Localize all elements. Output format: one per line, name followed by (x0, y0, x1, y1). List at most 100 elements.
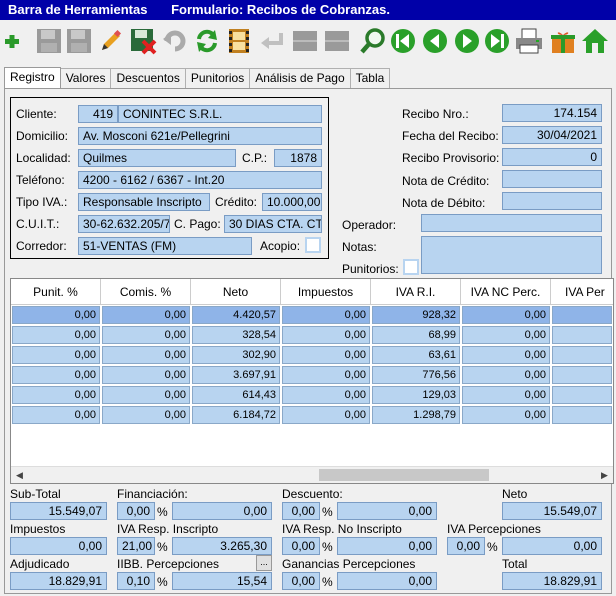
grid-cell[interactable]: 928,32 (372, 306, 460, 324)
grid-cell[interactable]: 776,56 (372, 366, 460, 384)
col-header-neto[interactable]: Neto (191, 279, 281, 305)
first-record-button[interactable] (388, 25, 418, 57)
grid-cell[interactable]: 0,00 (282, 306, 370, 324)
col-header-punit[interactable]: Punit. % (11, 279, 101, 305)
grid-cell[interactable]: 0,00 (12, 326, 100, 344)
grid-cell[interactable]: 68,99 (372, 326, 460, 344)
iva-rni-pct-field[interactable]: 0,00 (282, 537, 320, 555)
cliente-code-field[interactable]: 419 (78, 105, 118, 123)
iva-perc-pct-field[interactable]: 0,00 (447, 537, 485, 555)
tab-tabla[interactable]: Tabla (349, 68, 391, 88)
grid-cell[interactable]: 0,00 (462, 326, 550, 344)
col-header-iva-ri[interactable]: IVA R.I. (371, 279, 461, 305)
undo-button[interactable] (160, 25, 190, 57)
grid-cell[interactable]: 0,00 (282, 326, 370, 344)
col-header-iva-nc-perc[interactable]: IVA NC Perc. (461, 279, 551, 305)
corredor-field[interactable]: 51-VENTAS (FM) (78, 237, 252, 255)
col-header-impuestos[interactable]: Impuestos (281, 279, 371, 305)
nota-debito-field[interactable] (502, 192, 602, 210)
edit-button[interactable] (96, 25, 126, 57)
impuestos-field[interactable]: 0,00 (10, 537, 107, 555)
grid-cell[interactable] (552, 366, 612, 384)
telefono-field[interactable]: 4200 - 6162 / 6367 - Int.20 (78, 171, 322, 189)
print-button[interactable] (514, 25, 544, 57)
grid-cell[interactable]: 0,00 (12, 366, 100, 384)
tipo-iva-field[interactable]: Responsable Inscripto (78, 193, 210, 211)
ganancias-pct-field[interactable]: 0,00 (282, 572, 320, 590)
film-button[interactable] (224, 25, 254, 57)
cp-field[interactable]: 1878 (274, 149, 322, 167)
grid-cell[interactable]: 0,00 (282, 366, 370, 384)
grid-cell[interactable]: 1.298,79 (372, 406, 460, 424)
gift-button[interactable] (548, 25, 578, 57)
financiacion-field[interactable]: 0,00 (172, 502, 272, 520)
grid-cell[interactable]: 4.420,57 (192, 306, 280, 324)
grid-cell[interactable]: 0,00 (12, 346, 100, 364)
scroll-right-arrow-icon[interactable]: ▶ (596, 467, 613, 483)
scroll-thumb[interactable] (319, 469, 489, 481)
grid-cell[interactable]: 6.184,72 (192, 406, 280, 424)
return-button[interactable] (258, 25, 288, 57)
grid-cell[interactable]: 0,00 (462, 346, 550, 364)
horizontal-scrollbar[interactable]: ◀ ▶ (11, 466, 613, 483)
grid-cell[interactable]: 63,61 (372, 346, 460, 364)
grid-cell[interactable]: 328,54 (192, 326, 280, 344)
grid-cell[interactable]: 129,03 (372, 386, 460, 404)
grid-cell[interactable]: 0,00 (12, 386, 100, 404)
prev-record-button[interactable] (420, 25, 450, 57)
fecha-recibo-field[interactable]: 30/04/2021 (502, 126, 602, 144)
col-header-iva-per[interactable]: IVA Per (551, 279, 613, 305)
tab-registro[interactable]: Registro (4, 67, 61, 88)
grid-cell[interactable] (552, 386, 612, 404)
next-record-button[interactable] (452, 25, 482, 57)
nota-credito-field[interactable] (502, 170, 602, 188)
notas-field[interactable] (421, 236, 602, 274)
adjudicado-field[interactable]: 18.829,91 (10, 572, 107, 590)
punitorios-checkbox[interactable] (403, 259, 419, 275)
grid-cell[interactable] (552, 346, 612, 364)
acopio-checkbox[interactable] (305, 237, 321, 253)
grid-cell[interactable]: 0,00 (102, 346, 190, 364)
grid-cell[interactable]: 3.697,91 (192, 366, 280, 384)
tab-valores[interactable]: Valores (59, 68, 112, 88)
grid-cell[interactable]: 0,00 (102, 366, 190, 384)
iibb-pct-field[interactable]: 0,10 (117, 572, 155, 590)
cuit-field[interactable]: 30-62.632.205/7 (78, 215, 170, 233)
recibo-provisorio-field[interactable]: 0 (502, 148, 602, 166)
descuento-field[interactable]: 0,00 (337, 502, 437, 520)
save-button[interactable] (34, 25, 64, 57)
c-pago-field[interactable]: 30 DIAS CTA. CTE (224, 215, 322, 233)
grid-cell[interactable]: 0,00 (102, 406, 190, 424)
grid-cell[interactable] (552, 326, 612, 344)
search-button[interactable] (358, 25, 388, 57)
tab-punitorios[interactable]: Punitorios (184, 68, 251, 88)
iibb-detail-button[interactable]: ... (256, 555, 272, 571)
refresh-button[interactable] (192, 25, 222, 57)
recibo-nro-field[interactable]: 174.154 (502, 104, 602, 122)
iva-perc-field[interactable]: 0,00 (502, 537, 602, 555)
grid-cell[interactable] (552, 306, 612, 324)
delete-button[interactable] (128, 25, 158, 57)
descuento-pct-field[interactable]: 0,00 (282, 502, 320, 520)
financiacion-pct-field[interactable]: 0,00 (117, 502, 155, 520)
tab-analisis-de-pago[interactable]: Análisis de Pago (249, 68, 351, 88)
grid-cell[interactable]: 0,00 (282, 346, 370, 364)
localidad-field[interactable]: Quilmes (78, 149, 236, 167)
grid-cell[interactable]: 0,00 (462, 386, 550, 404)
iva-rni-field[interactable]: 0,00 (337, 537, 437, 555)
grid-cell[interactable]: 0,00 (462, 366, 550, 384)
grid-cell[interactable]: 0,00 (462, 406, 550, 424)
blank-button-1[interactable] (290, 25, 320, 57)
domicilio-field[interactable]: Av. Mosconi 621e/Pellegrini (78, 127, 322, 145)
grid-cell[interactable]: 0,00 (102, 386, 190, 404)
col-header-comis[interactable]: Comis. % (101, 279, 191, 305)
cliente-name-field[interactable]: CONINTEC S.R.L. (118, 105, 322, 123)
scroll-left-arrow-icon[interactable]: ◀ (11, 467, 28, 483)
iva-ri-pct-field[interactable]: 21,00 (117, 537, 155, 555)
neto-field[interactable]: 15.549,07 (502, 502, 602, 520)
grid-cell[interactable]: 0,00 (462, 306, 550, 324)
grid-cell[interactable] (552, 406, 612, 424)
subtotal-field[interactable]: 15.549,07 (10, 502, 107, 520)
total-field[interactable]: 18.829,91 (502, 572, 602, 590)
grid-cell[interactable]: 0,00 (102, 306, 190, 324)
